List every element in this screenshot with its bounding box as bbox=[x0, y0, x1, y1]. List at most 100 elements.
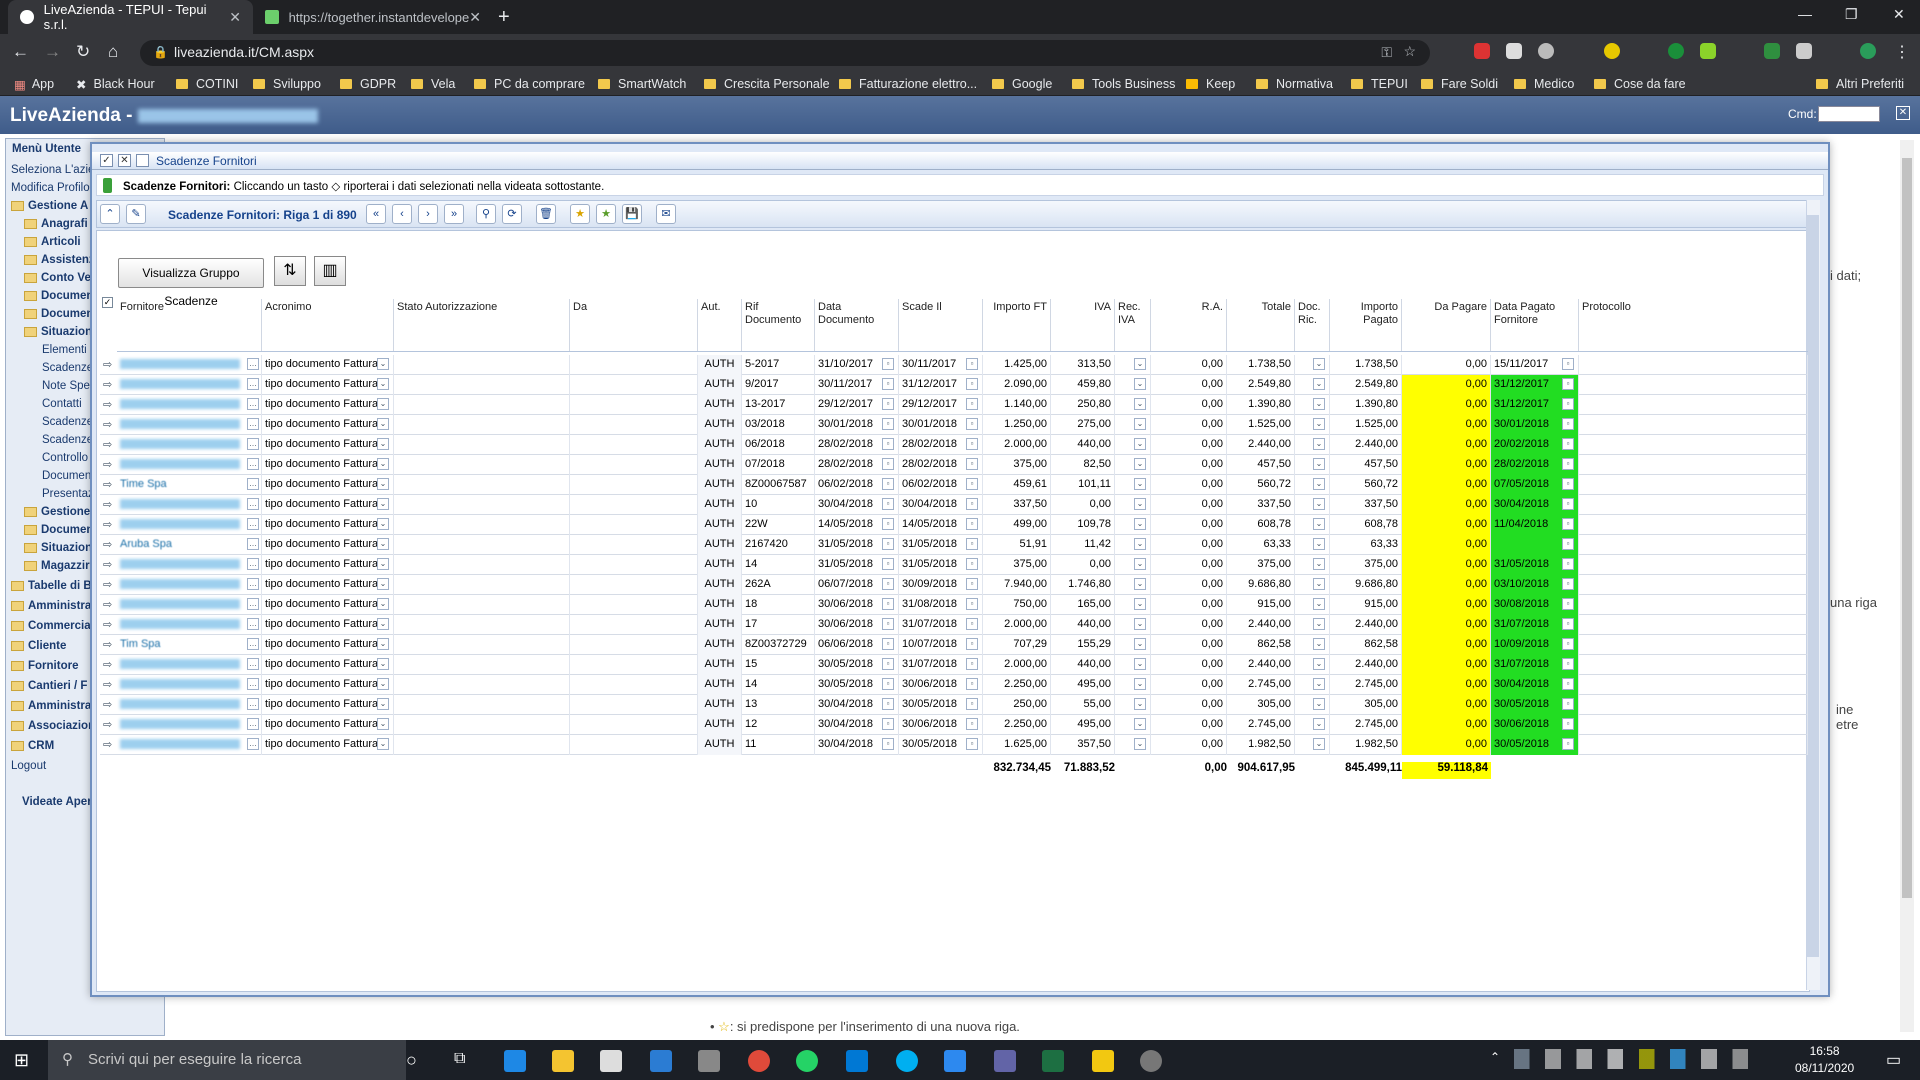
file-explorer-icon[interactable] bbox=[552, 1050, 574, 1072]
calendar-icon[interactable]: ▫ bbox=[1562, 538, 1574, 550]
calendar-icon[interactable]: ▫ bbox=[1562, 438, 1574, 450]
table-row[interactable]: ⇨ … tipo documento Fattura ⌄ AUTH 5-2017 31/10… bbox=[100, 355, 1808, 375]
menu-item[interactable]: Scadenze bbox=[42, 362, 93, 374]
calendar-icon[interactable]: ▫ bbox=[966, 558, 978, 570]
calendar-icon[interactable]: ▫ bbox=[882, 678, 894, 690]
lookup-icon[interactable]: … bbox=[247, 678, 259, 690]
extension-icon[interactable] bbox=[1764, 43, 1780, 59]
calendar-icon[interactable]: ▫ bbox=[966, 658, 978, 670]
grid-scrollbar-thumb[interactable] bbox=[1807, 215, 1819, 957]
calendar-icon[interactable]: ▫ bbox=[882, 578, 894, 590]
tray-chevron-icon[interactable]: ⌃ bbox=[1490, 1050, 1500, 1064]
bookmark-folder[interactable]: TEPUI bbox=[1351, 74, 1408, 94]
dropdown-chevron-icon[interactable]: ⌄ bbox=[377, 378, 389, 390]
mail-icon[interactable] bbox=[650, 1050, 672, 1072]
lookup-icon[interactable]: … bbox=[247, 578, 259, 590]
table-row[interactable]: ⇨ … tipo documento Fattura ⌄ AUTH 9/2017 30/11… bbox=[100, 375, 1808, 395]
lookup-icon[interactable]: … bbox=[247, 418, 259, 430]
calendar-icon[interactable]: ▫ bbox=[882, 558, 894, 570]
menu-folder[interactable]: Fornitore bbox=[11, 660, 78, 672]
dropdown-chevron-icon[interactable]: ⌄ bbox=[377, 598, 389, 610]
row-select-icon[interactable]: ⇨ bbox=[103, 598, 112, 611]
dropdown-chevron-icon[interactable]: ⌄ bbox=[377, 718, 389, 730]
dropdown-chevron-icon[interactable]: ⌄ bbox=[1134, 398, 1146, 410]
col-header-scade[interactable]: Scade Il bbox=[899, 299, 983, 351]
dropdown-chevron-icon[interactable]: ⌄ bbox=[1313, 698, 1325, 710]
menu-folder[interactable]: Magazzir bbox=[24, 560, 90, 572]
dropdown-chevron-icon[interactable]: ⌄ bbox=[1313, 518, 1325, 530]
system-tray-icons[interactable] bbox=[1514, 1049, 1774, 1069]
minimize-icon[interactable]: — bbox=[1798, 6, 1812, 22]
table-row[interactable]: ⇨… tipo documento Fattura ⌄ AUTH 14 31/05/201… bbox=[100, 555, 1808, 575]
app-icon[interactable] bbox=[698, 1050, 720, 1072]
save-icon[interactable]: 💾 bbox=[622, 204, 642, 224]
dropdown-chevron-icon[interactable]: ⌄ bbox=[1134, 638, 1146, 650]
dropdown-chevron-icon[interactable]: ⌄ bbox=[377, 358, 389, 370]
dropdown-chevron-icon[interactable]: ⌄ bbox=[1134, 418, 1146, 430]
menu-folder[interactable]: Tabelle di B bbox=[11, 580, 92, 592]
calendar-icon[interactable]: ▫ bbox=[966, 518, 978, 530]
dropdown-chevron-icon[interactable]: ⌄ bbox=[1134, 518, 1146, 530]
edge-icon[interactable] bbox=[504, 1050, 526, 1072]
menu-folder[interactable]: Cliente bbox=[11, 640, 66, 652]
delete-icon[interactable]: 🗑 bbox=[536, 204, 556, 224]
close-window-icon[interactable]: ✕ bbox=[1893, 6, 1905, 23]
lookup-icon[interactable]: … bbox=[247, 638, 259, 650]
reload-icon[interactable]: ↻ bbox=[76, 42, 90, 62]
col-header-fornitore[interactable]: Fornitore bbox=[117, 299, 262, 351]
calendar-icon[interactable]: ▫ bbox=[966, 618, 978, 630]
key-icon[interactable]: ⚿ bbox=[1381, 44, 1392, 61]
extension-icon[interactable] bbox=[1474, 43, 1490, 59]
col-header-iva[interactable]: IVA bbox=[1051, 299, 1115, 351]
task-view-icon[interactable]: ⧉ bbox=[454, 1050, 465, 1068]
extension-icon[interactable] bbox=[1700, 43, 1716, 59]
table-row[interactable]: ⇨ Tim Spa… tipo documento Fattura ⌄ AUTH 8Z00… bbox=[100, 635, 1808, 655]
menu-item[interactable]: Controllo bbox=[42, 452, 88, 464]
calendar-icon[interactable]: ▫ bbox=[966, 598, 978, 610]
menu-folder[interactable]: Documen bbox=[24, 308, 93, 320]
lookup-icon[interactable]: … bbox=[247, 658, 259, 670]
calendar-icon[interactable]: ▫ bbox=[882, 458, 894, 470]
calendar-icon[interactable]: ▫ bbox=[1562, 598, 1574, 610]
puzzle-icon[interactable] bbox=[1796, 43, 1812, 59]
dropdown-chevron-icon[interactable]: ⌄ bbox=[1313, 458, 1325, 470]
calendar-icon[interactable]: ▫ bbox=[966, 438, 978, 450]
dropdown-chevron-icon[interactable]: ⌄ bbox=[377, 458, 389, 470]
table-row[interactable]: ⇨ … tipo documento Fattura ⌄ AUTH 17 30/06/201… bbox=[100, 615, 1808, 635]
menu-item[interactable]: Documen bbox=[42, 470, 91, 482]
select-all-checkbox[interactable]: ✓ bbox=[102, 297, 113, 308]
teams-icon[interactable] bbox=[994, 1050, 1016, 1072]
calendar-icon[interactable]: ▫ bbox=[966, 478, 978, 490]
col-header-importo-pagato[interactable]: Importo Pagato bbox=[1330, 299, 1402, 351]
menu-item[interactable]: Scadenze bbox=[42, 416, 93, 428]
view-group-button[interactable]: Visualizza Gruppo Scadenze bbox=[118, 258, 264, 308]
row-select-icon[interactable]: ⇨ bbox=[103, 398, 112, 411]
col-header-da[interactable]: Da bbox=[570, 299, 698, 351]
lookup-icon[interactable]: … bbox=[247, 458, 259, 470]
calendar-icon[interactable]: ▫ bbox=[1562, 698, 1574, 710]
row-select-icon[interactable]: ⇨ bbox=[103, 638, 112, 651]
menu-folder[interactable]: Assistenz bbox=[24, 254, 95, 266]
logout-link[interactable]: Logout bbox=[11, 760, 46, 772]
lookup-icon[interactable]: … bbox=[247, 498, 259, 510]
bookmark-folder[interactable]: Cose da fare bbox=[1594, 74, 1686, 94]
sort-icon[interactable]: ⇅ bbox=[274, 256, 306, 286]
lookup-icon[interactable]: … bbox=[247, 718, 259, 730]
network-icon[interactable] bbox=[944, 1050, 966, 1072]
bookmark-folder[interactable]: Crescita Personale bbox=[704, 74, 830, 94]
close-tab-icon[interactable]: ✕ bbox=[229, 9, 241, 26]
table-row[interactable]: ⇨ Time Spa… tipo documento Fattura ⌄ AUTH 8Z0… bbox=[100, 475, 1808, 495]
dropdown-chevron-icon[interactable]: ⌄ bbox=[1134, 698, 1146, 710]
profile-avatar[interactable] bbox=[1860, 43, 1876, 59]
lookup-icon[interactable]: … bbox=[247, 358, 259, 370]
calendar-icon[interactable]: ▫ bbox=[882, 498, 894, 510]
dropdown-chevron-icon[interactable]: ⌄ bbox=[1313, 358, 1325, 370]
col-header-aut[interactable]: Aut. bbox=[698, 299, 742, 351]
bookmark-item[interactable]: Keep bbox=[1186, 74, 1235, 94]
dropdown-chevron-icon[interactable]: ⌄ bbox=[377, 518, 389, 530]
calendar-icon[interactable]: ▫ bbox=[966, 718, 978, 730]
table-row[interactable]: ⇨ … tipo documento Fattura ⌄ AUTH 262A 06/07/2… bbox=[100, 575, 1808, 595]
calendar-icon[interactable]: ▫ bbox=[882, 698, 894, 710]
calendar-icon[interactable]: ▫ bbox=[966, 698, 978, 710]
row-select-icon[interactable]: ⇨ bbox=[103, 478, 112, 491]
